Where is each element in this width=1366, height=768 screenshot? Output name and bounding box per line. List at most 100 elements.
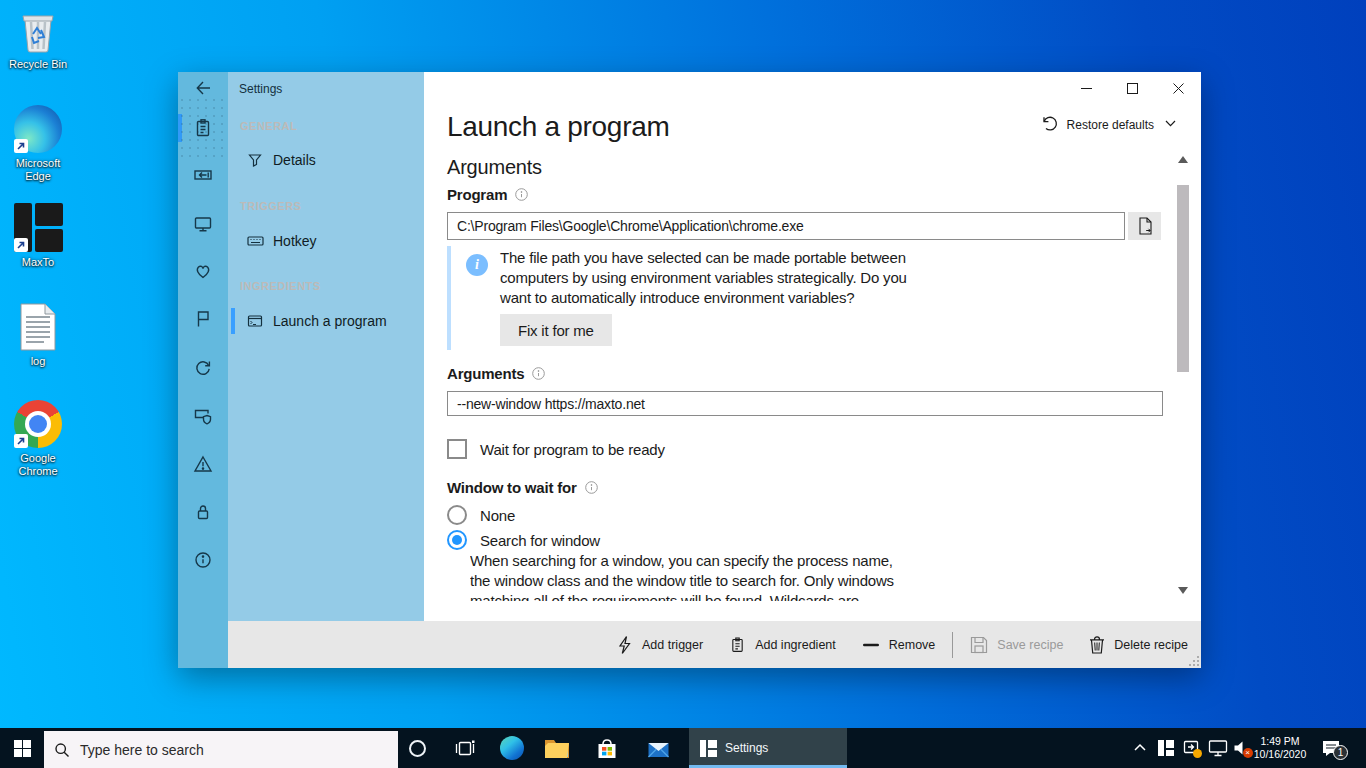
desktop-icon-label: Google Chrome [0,452,76,478]
tray-display-icon[interactable] [1206,728,1230,768]
tray-volume-muted-icon[interactable]: × [1229,728,1253,768]
nav-flag-icon[interactable] [178,303,228,335]
close-button[interactable] [1155,72,1201,104]
task-view-button[interactable] [443,728,487,768]
clock-date: 10/16/2020 [1252,748,1308,761]
radio-search-row[interactable]: Search for window [447,530,600,550]
info-box: i The file path you have selected can be… [447,246,1147,350]
nav-shield-icon[interactable] [178,400,228,432]
nav-refresh-icon[interactable] [178,352,228,384]
taskbar-edge-icon[interactable] [490,728,534,768]
lightning-icon [616,635,633,655]
arguments-input[interactable]: --new-window https://maxto.net [447,391,1163,416]
info-box-text: The file path you have selected can be m… [500,248,934,308]
microsoft-store-icon[interactable] [585,728,629,768]
taskbar: Type here to search Settings [0,728,1366,768]
nav-recipes-icon[interactable] [178,112,228,144]
sidebar-item-hotkey[interactable]: Hotkey [228,225,424,257]
fix-it-for-me-button[interactable]: Fix it for me [500,314,612,346]
start-button[interactable] [0,728,44,768]
file-explorer-icon[interactable] [535,728,579,768]
arguments-label-row: Arguments [447,365,545,382]
sidebar-title: Settings [239,82,282,96]
sidebar-item-launch-a-program[interactable]: Launch a program [228,305,424,337]
desktop-icon-recycle-bin[interactable]: Recycle Bin [0,8,76,71]
info-circle-icon [585,481,598,494]
sidebar-selected-indicator [231,308,235,334]
radio-search-selected[interactable] [447,530,467,550]
delete-recipe-button[interactable]: Delete recipe [1076,621,1201,668]
wait-checkbox[interactable] [447,439,467,459]
scroll-down-icon[interactable] [1178,587,1188,594]
maxto-window-icon [700,740,717,757]
desktop-icon-label: log [0,355,76,368]
save-icon [970,636,988,654]
shortcut-arrow-icon [14,238,28,252]
main-panel: Launch a program Restore defaults Argume… [424,72,1201,621]
back-button[interactable] [178,72,228,104]
remove-button[interactable]: Remove [849,621,949,668]
taskbar-settings-button[interactable]: Settings [689,728,847,768]
notification-center-icon[interactable]: 1 [1316,728,1346,768]
info-badge-icon: i [466,254,488,276]
scroll-up-icon[interactable] [1178,156,1188,163]
clipboard-icon [729,635,746,655]
scrollbar[interactable] [1176,152,1190,598]
tray-maxto-icon[interactable] [1154,728,1178,768]
bottom-toolbar: Add trigger Add ingredient Remove Save r… [228,621,1201,668]
shortcut-arrow-icon [14,139,28,153]
sidebar-header-triggers: TRIGGERS [240,200,301,212]
edge-icon [14,105,62,153]
minimize-button[interactable] [1063,72,1109,104]
maximize-button[interactable] [1109,72,1155,104]
arguments-heading: Arguments [447,156,542,179]
browse-file-button[interactable] [1128,212,1161,240]
taskbar-search-input[interactable]: Type here to search [44,731,398,768]
nav-lock-icon[interactable] [178,496,228,528]
program-input[interactable]: C:\Program Files\Google\Chrome\Applicati… [447,212,1125,240]
add-trigger-button[interactable]: Add trigger [603,621,716,668]
nav-input-icon[interactable] [178,159,228,191]
tray-chevron-up-icon[interactable] [1128,728,1152,768]
page-title: Launch a program [447,111,669,143]
save-recipe-button[interactable]: Save recipe [957,621,1076,668]
sidebar-item-label: Details [273,152,316,168]
radio-none-label: None [480,507,515,524]
clock-time: 1:49 PM [1252,735,1308,748]
window-wait-label-row: Window to wait for [447,479,598,496]
search-description: When searching for a window, you can spe… [470,551,910,601]
desktop-icon-google-chrome[interactable]: Google Chrome [0,400,76,478]
resize-grip[interactable] [1188,655,1200,667]
mail-icon[interactable] [636,728,680,768]
radio-none[interactable] [447,505,467,525]
radio-search-label: Search for window [480,532,600,549]
desktop-icon-maxto[interactable]: MaxTo [0,203,76,269]
maxto-icon [14,203,63,252]
settings-window: Settings GENERAL Details TRIGGERS Hotkey… [178,72,1201,668]
scrollbar-thumb[interactable] [1177,185,1189,372]
radio-none-row[interactable]: None [447,505,515,525]
chevron-down-icon [1164,116,1177,134]
taskbar-settings-label: Settings [725,741,768,755]
tray-update-icon[interactable] [1180,728,1204,768]
taskbar-clock[interactable]: 1:49 PM 10/16/2020 [1252,728,1308,768]
log-file-icon [19,303,57,351]
wait-checkbox-row[interactable]: Wait for program to be ready [447,439,665,459]
sidebar-header-general: GENERAL [240,120,297,132]
desktop-icon-log[interactable]: log [0,303,76,368]
restore-defaults-button[interactable]: Restore defaults [1041,116,1177,134]
desktop: Recycle Bin Microsoft Edge MaxTo log Go [0,0,1366,768]
minus-icon [862,635,880,655]
desktop-icon-microsoft-edge[interactable]: Microsoft Edge [0,105,76,183]
keyboard-icon [247,233,264,249]
add-ingredient-button[interactable]: Add ingredient [716,621,849,668]
nav-monitor-icon[interactable] [178,208,228,240]
shortcut-arrow-icon [14,434,28,448]
nav-heart-icon[interactable] [178,255,228,287]
program-window-icon [247,313,264,329]
cortana-button[interactable] [395,728,439,768]
sidebar: Settings GENERAL Details TRIGGERS Hotkey… [228,72,424,621]
nav-info-icon[interactable] [178,544,228,576]
sidebar-item-details[interactable]: Details [228,144,424,176]
nav-warning-icon[interactable] [178,448,228,480]
